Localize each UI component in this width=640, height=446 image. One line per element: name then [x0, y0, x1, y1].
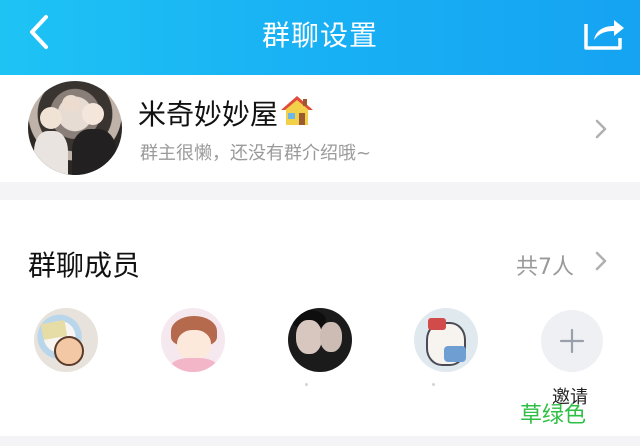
watermark-text: 草绿色 [520, 403, 587, 428]
member-avatar-4[interactable] [414, 308, 478, 372]
group-name-text: 米奇妙妙屋 [138, 98, 279, 131]
group-avatar [28, 81, 122, 175]
member-avatar-2[interactable] [161, 308, 225, 372]
chevron-right-icon[interactable] [594, 118, 608, 140]
house-icon [281, 96, 314, 125]
share-icon[interactable] [582, 12, 626, 52]
group-info-row[interactable]: 米奇妙妙屋 群主很懒，还没有群介绍哦~ [0, 75, 640, 182]
members-count[interactable]: 共7人 [516, 249, 574, 281]
plus-icon [559, 328, 585, 354]
chevron-right-icon[interactable] [594, 250, 608, 272]
group-name: 米奇妙妙屋 [138, 93, 314, 133]
group-description: 群主很懒，还没有群介绍哦~ [140, 143, 372, 164]
invite-button[interactable] [541, 310, 603, 372]
members-title: 群聊成员 [28, 249, 141, 282]
page-title: 群聊设置 [261, 19, 378, 52]
divider-dot [432, 383, 435, 386]
header-bar: 群聊设置 [0, 0, 640, 75]
member-avatar-1[interactable] [34, 308, 98, 372]
divider-dot [305, 383, 308, 386]
member-avatar-3[interactable] [288, 308, 352, 372]
